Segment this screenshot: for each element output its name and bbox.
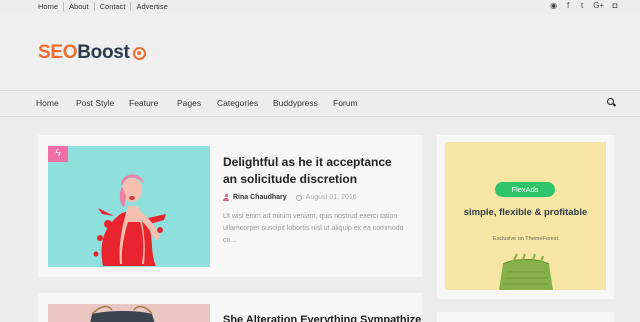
nav-item-home[interactable]: Home (36, 98, 59, 108)
nav-item-categories[interactable]: Categories (217, 98, 258, 108)
post-card: ϟ Delightful as he it acceptance an soli… (38, 135, 422, 277)
post-excerpt: Ut wisi enim ad minim veniam, quis nostr… (223, 213, 404, 244)
main-nav: Home Post Style Feature Pages Categories… (0, 90, 640, 117)
site-header: SEO Boost (0, 14, 640, 90)
rss-icon[interactable]: ◉ (550, 1, 557, 10)
top-link-contact[interactable]: Contact (95, 2, 132, 11)
post-thumbnail[interactable] (48, 304, 210, 322)
ad-subtext: Exclusive on ThemeForest (492, 236, 558, 242)
site-logo[interactable]: SEO Boost (38, 42, 146, 64)
ad-headline: simple, flexible & profitable (463, 207, 588, 218)
nav-item-post-style[interactable]: Post Style (76, 98, 114, 108)
nav-item-forum[interactable]: Forum (333, 98, 358, 108)
sidebar-widget (437, 312, 614, 322)
top-link-about[interactable]: About (64, 2, 95, 11)
instagram-icon[interactable]: ◘ (612, 1, 618, 10)
facebook-icon[interactable]: f (565, 1, 571, 10)
post-date: August 01, 2016 (305, 194, 357, 201)
post-thumbnail[interactable]: ϟ (48, 146, 210, 267)
post-title[interactable]: She Alteration Everything Sympathize (223, 314, 421, 322)
twitter-icon[interactable]: t (579, 1, 585, 10)
logo-boost-text: Boost (77, 42, 130, 63)
post-meta: Rina Chaudhary August 01, 2016 (223, 194, 357, 201)
nav-item-buddypress[interactable]: Buddypress (273, 98, 318, 108)
social-icons: ◉ f t G+ ◘ (550, 1, 618, 10)
post-author[interactable]: Rina Chaudhary (233, 194, 287, 201)
google-plus-icon[interactable]: G+ (593, 1, 604, 10)
lightning-icon: ϟ (48, 146, 68, 162)
top-nav: Home About Contact Advertise (38, 2, 173, 11)
top-link-home[interactable]: Home (38, 2, 65, 11)
ad-brand-pill: FlexAds (495, 182, 555, 197)
top-bar: Home About Contact Advertise ◉ f t G+ ◘ (0, 0, 640, 14)
ad-banner[interactable]: FlexAds simple, flexible & profitable Ex… (445, 142, 606, 290)
post-card: She Alteration Everything Sympathize (38, 293, 422, 322)
post-image (48, 146, 210, 267)
top-link-advertise[interactable]: Advertise (131, 2, 172, 11)
post-title[interactable]: Delightful as he it acceptance an solici… (223, 154, 408, 188)
user-icon (223, 194, 229, 201)
sidebar-widget: FlexAds simple, flexible & profitable Ex… (437, 135, 614, 299)
post-image (48, 304, 210, 322)
nav-item-feature[interactable]: Feature (129, 98, 158, 108)
logo-seo-text: SEO (38, 42, 78, 63)
clock-icon (295, 194, 302, 201)
target-icon (132, 46, 146, 60)
money-stack-icon (499, 254, 553, 290)
nav-item-pages[interactable]: Pages (177, 98, 201, 108)
search-icon[interactable] (607, 98, 616, 107)
